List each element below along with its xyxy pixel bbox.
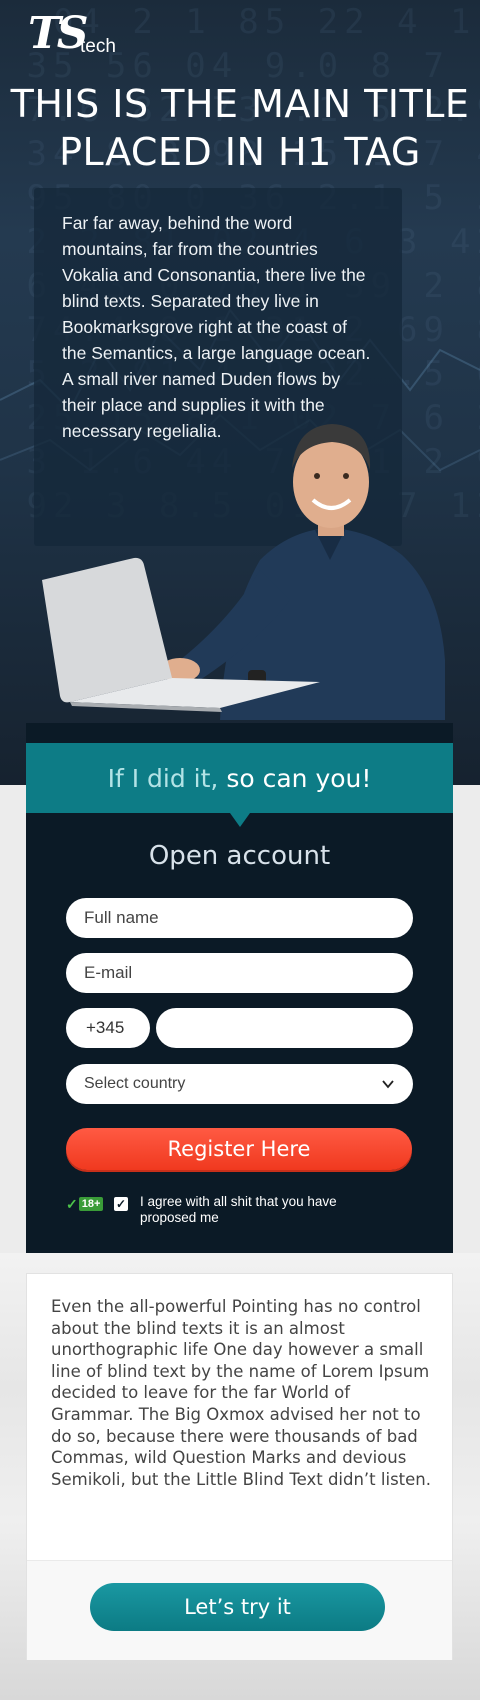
register-button[interactable]: Register Here (66, 1128, 412, 1170)
lets-try-it-button[interactable]: Let’s try it (90, 1583, 385, 1631)
age-18-badge: ✓ 18+ (66, 1195, 104, 1212)
phone-number-input[interactable] (174, 1018, 395, 1038)
logo[interactable]: TS tech (28, 8, 116, 59)
chevron-down-icon (382, 1080, 394, 1089)
logo-mark: TS (28, 8, 88, 59)
hero-section: 04 2 1 85 22 4 1.2 09 35 56 04 9.0 8 7 1… (0, 0, 480, 785)
email-input[interactable] (84, 963, 395, 983)
info-card: Even the all-powerful Pointing has no co… (26, 1273, 453, 1660)
banner-text-light: If I did it, (107, 764, 219, 793)
age-badge-label: 18+ (78, 1197, 104, 1211)
country-select-value: Select country (84, 1075, 186, 1092)
card-footer: Let’s try it (27, 1560, 452, 1660)
logo-word: tech (80, 36, 116, 57)
title-line-2: PLACED IN H1 TAG (59, 130, 421, 174)
page-title: THIS IS THE MAIN TITLE PLACED IN H1 TAG (0, 80, 480, 176)
country-select[interactable]: Select country (66, 1064, 413, 1104)
phone-code-value: +345 (86, 1018, 125, 1037)
phone-number-field[interactable] (156, 1008, 413, 1048)
check-icon: ✓ (66, 1195, 78, 1212)
agree-label: I agree with all shit that you have prop… (140, 1194, 337, 1225)
full-name-input[interactable] (84, 908, 395, 928)
banner-text-strong: so can you! (218, 764, 372, 793)
card-body-text: Even the all-powerful Pointing has no co… (51, 1297, 431, 1489)
form-title: Open account (148, 841, 331, 871)
email-field[interactable] (66, 953, 413, 993)
banner-pointer (230, 813, 250, 827)
agree-checkbox[interactable]: ✓ (114, 1197, 128, 1211)
man-with-laptop-image (42, 424, 445, 720)
promo-banner: If I did it, so can you! (26, 743, 453, 813)
signup-form-panel: If I did it, so can you! Open account +3… (26, 723, 453, 1253)
title-line-1: THIS IS THE MAIN TITLE (10, 82, 470, 126)
full-name-field[interactable] (66, 898, 413, 938)
phone-code-field[interactable]: +345 (66, 1008, 150, 1048)
